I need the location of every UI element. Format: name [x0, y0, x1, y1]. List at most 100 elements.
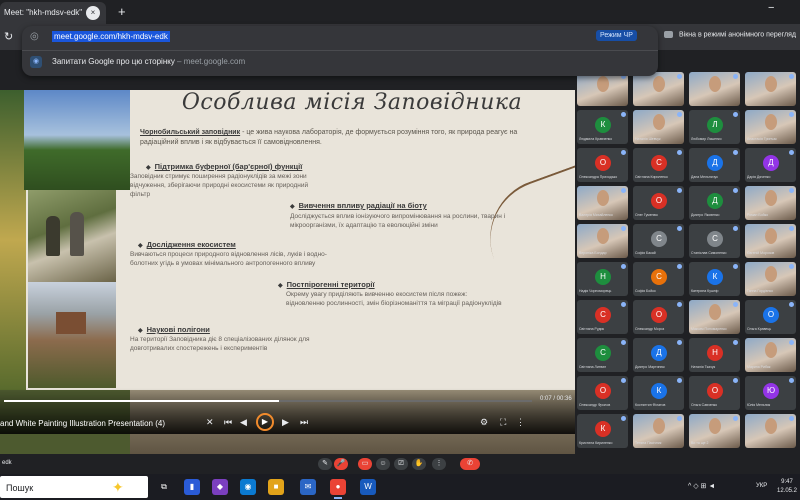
settings-icon[interactable]: ⚙ — [480, 417, 488, 428]
bullet-text: Досліджується вплив іонізуючого випромін… — [290, 213, 506, 229]
browser-tab[interactable]: Meet: "hkh-mdsv-edk" × — [0, 2, 106, 24]
fullscreen-icon[interactable]: ⛶ — [500, 417, 506, 428]
new-tab-icon[interactable]: + — [118, 4, 126, 19]
participant-photo — [765, 114, 777, 130]
participant-tile[interactable]: С Світлана Литвин — [577, 338, 628, 372]
participant-tile[interactable]: Н Надія Чорноморець — [577, 262, 628, 296]
participant-tile[interactable]: Д Дмитро Яковенко — [689, 186, 740, 220]
participant-name: Максим Пономаренко — [691, 327, 727, 331]
participant-tile[interactable]: О Олександра Приходько — [577, 148, 628, 182]
skip-forward-icon[interactable]: ⏭ — [300, 417, 308, 428]
present-icon[interactable]: ⎚ — [394, 458, 408, 470]
pen-icon[interactable]: ✎ — [318, 458, 332, 470]
participant-tile[interactable] — [577, 72, 628, 106]
file-manager-icon[interactable]: ▮ — [184, 479, 200, 495]
mic-status-icon — [677, 112, 682, 117]
avatar: Д — [763, 155, 779, 171]
incognito-indicator[interactable]: Вікна в режимі анонімного перегляд — [664, 31, 796, 38]
site-info-icon[interactable]: ◎ — [30, 31, 42, 43]
end-call-button[interactable]: ✆ — [460, 458, 480, 470]
participant-tile[interactable]: К Катерина Кушнір — [689, 262, 740, 296]
tab-close-icon[interactable]: × — [86, 6, 100, 20]
participant-tile[interactable]: С Світлана Рудик — [577, 300, 628, 334]
chrome-icon[interactable]: ● — [330, 479, 346, 495]
participant-tile[interactable]: Валерія Михайленко — [577, 186, 628, 220]
participant-tile[interactable]: Н Наталія Ткачук — [689, 338, 740, 372]
participant-tile[interactable]: Роман Бойко — [745, 186, 796, 220]
system-tray[interactable]: ^ ◇ ⊞ ◄ — [688, 482, 715, 490]
participant-tile[interactable]: О Олег Гуменюк — [633, 186, 684, 220]
participant-tile[interactable]: Ю Юлія Мельник — [745, 376, 796, 410]
word-icon[interactable]: W — [360, 479, 376, 495]
mail-icon[interactable]: ✉ — [300, 479, 316, 495]
participant-tile[interactable]: Ганна Гордієнко — [745, 262, 796, 296]
participant-photo — [765, 76, 777, 92]
app-icon[interactable]: ◆ — [212, 479, 228, 495]
participant-tile[interactable]: Євгеній Морозов — [745, 224, 796, 258]
participant-tile[interactable] — [633, 72, 684, 106]
play-button[interactable]: ▶ — [256, 413, 274, 431]
address-bar-url[interactable]: meet.google.com/hkh-mdsv-edk — [52, 31, 170, 42]
camera-off-icon[interactable]: ▭ — [358, 458, 372, 470]
mic-status-icon — [621, 340, 626, 345]
reload-icon[interactable]: ↻ — [4, 30, 13, 43]
participant-tile[interactable]: Д Дмитро Мартинюк — [633, 338, 684, 372]
participant-tile[interactable]: К Костянтин Філатов — [633, 376, 684, 410]
skip-back-icon[interactable]: ⏮ — [224, 417, 232, 428]
participant-tile[interactable]: С Станіслав Симоненко — [689, 224, 740, 258]
participant-tile[interactable]: Наталія Шевчук — [633, 110, 684, 144]
omnibox-suggestion[interactable]: Запитати Google про цю сторінку – meet.g… — [52, 57, 245, 66]
participant-tile[interactable]: К Людмила Кравченко — [577, 110, 628, 144]
participant-name: Тетяна Пасічник — [635, 441, 662, 445]
participant-tile[interactable] — [745, 414, 796, 448]
incognito-text: Вікна в режимі анонімного перегляд — [679, 31, 796, 39]
omnibox-dropdown: ◎ meet.google.com/hkh-mdsv-edk ◉ Запитат… — [22, 26, 658, 76]
edge-icon[interactable]: ◉ — [240, 479, 256, 495]
more-options-icon[interactable]: ⋮ — [432, 458, 446, 470]
more-icon[interactable]: ⋮ — [516, 417, 525, 428]
participant-tile[interactable]: Д Дарія Дяченко — [745, 148, 796, 182]
mic-off-icon[interactable]: 🎤 — [334, 458, 348, 470]
video-title: and White Painting Illustration Presenta… — [0, 419, 165, 428]
mic-status-icon — [733, 302, 738, 307]
participant-tile[interactable]: Вероніка Бондар — [577, 224, 628, 258]
active-app-indicator — [334, 497, 342, 499]
participant-tile[interactable]: О Олександр Мороз — [633, 300, 684, 334]
participant-tile[interactable]: Тетяна Пасічник — [633, 414, 684, 448]
participant-tile[interactable]: С Софія Бакай — [633, 224, 684, 258]
close-icon[interactable]: ✕ — [206, 417, 214, 428]
participant-tile[interactable]: Максим Пономаренко — [689, 300, 740, 334]
participant-tile[interactable]: О Олександр Фролов — [577, 376, 628, 410]
rewind-icon[interactable]: ◀ — [240, 417, 247, 428]
folder-icon[interactable]: ■ — [268, 479, 284, 495]
participant-name: Костянтин Філатов — [635, 403, 666, 407]
participant-tile[interactable]: Ви та ще 2 — [689, 414, 740, 448]
video-player-controls: 0:07 / 00:36 and White Painting Illustra… — [0, 388, 575, 434]
mic-status-icon — [733, 74, 738, 79]
participant-tile[interactable]: С Світлана Кириленко — [633, 148, 684, 182]
progress-bar[interactable] — [4, 400, 532, 402]
participant-tile[interactable]: Марина Рибак — [745, 338, 796, 372]
reading-mode-button[interactable]: Режим ЧР — [596, 30, 637, 41]
forward-icon[interactable]: ▶ — [282, 417, 289, 428]
participant-name: Ганна Гордієнко — [747, 289, 773, 293]
raise-hand-icon[interactable]: ✋ — [412, 458, 426, 470]
participant-tile[interactable]: С Софія Бойко — [633, 262, 684, 296]
taskbar-search[interactable]: Пошук ✦ — [0, 476, 148, 498]
participant-tile[interactable]: К Кристина Кириленко — [577, 414, 628, 448]
participant-tile[interactable]: О Ольга Кравець — [745, 300, 796, 334]
participant-tile[interactable] — [745, 72, 796, 106]
participant-photo — [597, 190, 609, 206]
participant-tile[interactable]: Д Дана Мельничук — [689, 148, 740, 182]
clock[interactable]: 9:47 12.05.2 — [774, 478, 800, 496]
mic-status-icon — [789, 74, 794, 79]
participant-tile[interactable]: Л Любомир Ляшенко — [689, 110, 740, 144]
participant-tile[interactable]: О Ольга Савченко — [689, 376, 740, 410]
minimize-icon[interactable]: − — [768, 2, 774, 14]
emoji-icon[interactable]: ☺ — [376, 458, 390, 470]
language-indicator[interactable]: УКР — [756, 483, 767, 489]
task-view-icon[interactable]: ⧉ — [156, 479, 172, 495]
mic-status-icon — [677, 150, 682, 155]
participant-tile[interactable] — [689, 72, 740, 106]
participant-tile[interactable]: Анастасія Гринчак — [745, 110, 796, 144]
